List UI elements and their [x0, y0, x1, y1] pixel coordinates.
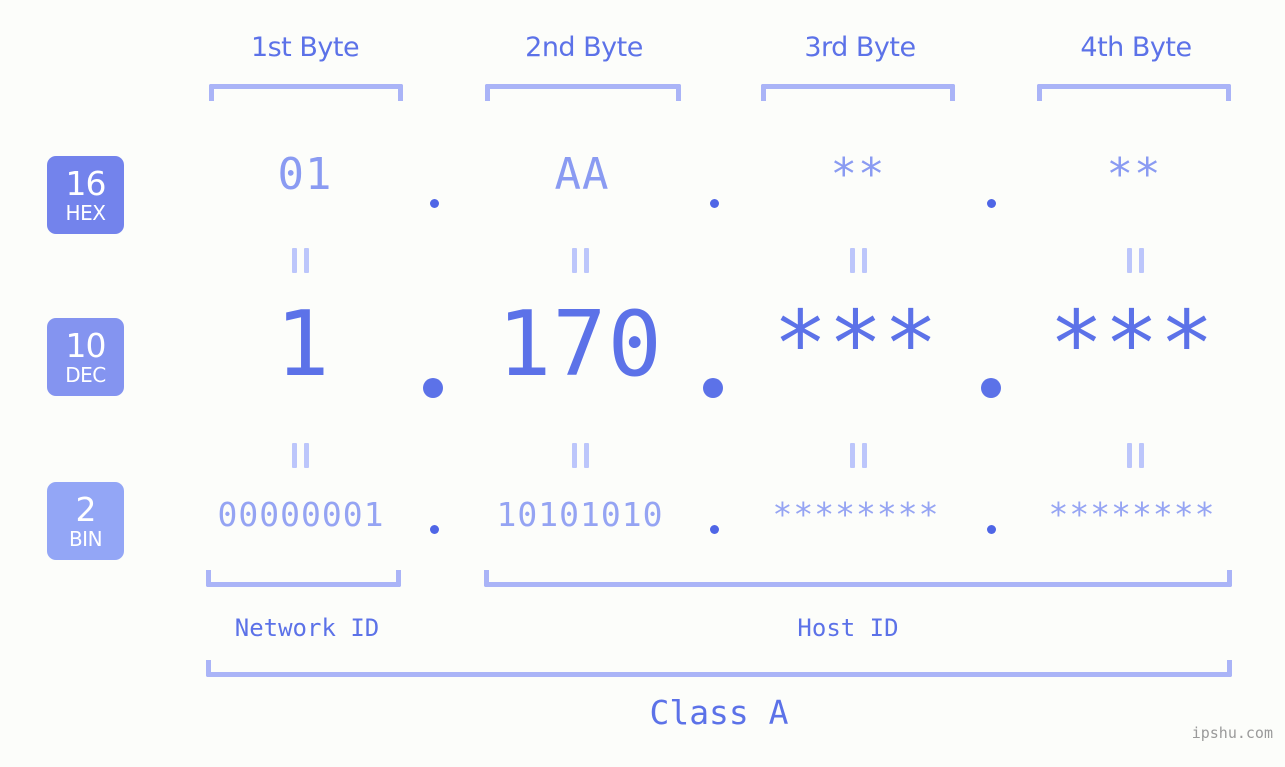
equals-connector-dec-bin-4: [1127, 443, 1144, 468]
byte-header-4: 4th Byte: [1080, 32, 1192, 63]
bin-value-byte-2: 10101010: [496, 495, 664, 534]
bracket-class: [206, 660, 1232, 677]
hex-value-byte-2: AA: [554, 149, 610, 200]
byte-header-1: 1st Byte: [250, 32, 360, 63]
bin-separator-dot-3: [987, 525, 996, 534]
radix-badge-dec-label: DEC: [65, 363, 106, 387]
radix-badge-dec: 10 DEC: [47, 318, 124, 396]
class-label: Class A: [649, 693, 789, 732]
equals-connector-hex-dec-3: [850, 248, 867, 273]
byte-header-2: 2nd Byte: [525, 32, 643, 63]
dec-separator-dot-1: [423, 378, 443, 398]
bracket-top-byte-3: [761, 84, 955, 101]
hex-separator-dot-3: [987, 199, 996, 208]
hex-value-byte-1: 01: [277, 149, 333, 200]
hex-separator-dot-1: [430, 199, 439, 208]
host-id-label: Host ID: [797, 614, 899, 642]
bracket-network-id: [206, 570, 401, 587]
bracket-top-byte-1: [209, 84, 403, 101]
bin-value-byte-3: ********: [772, 495, 940, 534]
bracket-host-id: [484, 570, 1232, 587]
network-id-label: Network ID: [234, 614, 380, 642]
bin-value-byte-1: 00000001: [217, 495, 385, 534]
hex-value-byte-4: **: [1106, 149, 1162, 200]
dec-value-byte-3: ***: [773, 292, 939, 397]
dec-value-byte-1: 1: [275, 292, 331, 397]
dec-separator-dot-3: [981, 378, 1001, 398]
equals-connector-hex-dec-1: [292, 248, 309, 273]
bin-separator-dot-2: [710, 525, 719, 534]
hex-separator-dot-2: [710, 199, 719, 208]
equals-connector-hex-dec-4: [1127, 248, 1144, 273]
equals-connector-dec-bin-3: [850, 443, 867, 468]
byte-header-3: 3rd Byte: [804, 32, 916, 63]
dec-value-byte-4: ***: [1049, 292, 1215, 397]
radix-badge-dec-number: 10: [65, 326, 107, 365]
equals-connector-dec-bin-1: [292, 443, 309, 468]
radix-badge-hex: 16 HEX: [47, 156, 124, 234]
radix-badge-bin-number: 2: [75, 490, 97, 529]
bin-separator-dot-1: [430, 525, 439, 534]
bracket-top-byte-2: [485, 84, 681, 101]
hex-value-byte-3: **: [830, 149, 886, 200]
dec-separator-dot-2: [703, 378, 723, 398]
radix-badge-hex-label: HEX: [65, 201, 106, 225]
radix-badge-bin: 2 BIN: [47, 482, 124, 560]
bin-value-byte-4: ********: [1048, 495, 1216, 534]
radix-badge-hex-number: 16: [65, 164, 107, 203]
bracket-top-byte-4: [1037, 84, 1231, 101]
dec-value-byte-2: 170: [497, 292, 663, 397]
equals-connector-hex-dec-2: [572, 248, 589, 273]
ip-address-breakdown-diagram: 1st Byte 2nd Byte 3rd Byte 4th Byte 16 H…: [0, 0, 1285, 767]
equals-connector-dec-bin-2: [572, 443, 589, 468]
watermark: ipshu.com: [1191, 724, 1273, 742]
radix-badge-bin-label: BIN: [68, 527, 103, 551]
